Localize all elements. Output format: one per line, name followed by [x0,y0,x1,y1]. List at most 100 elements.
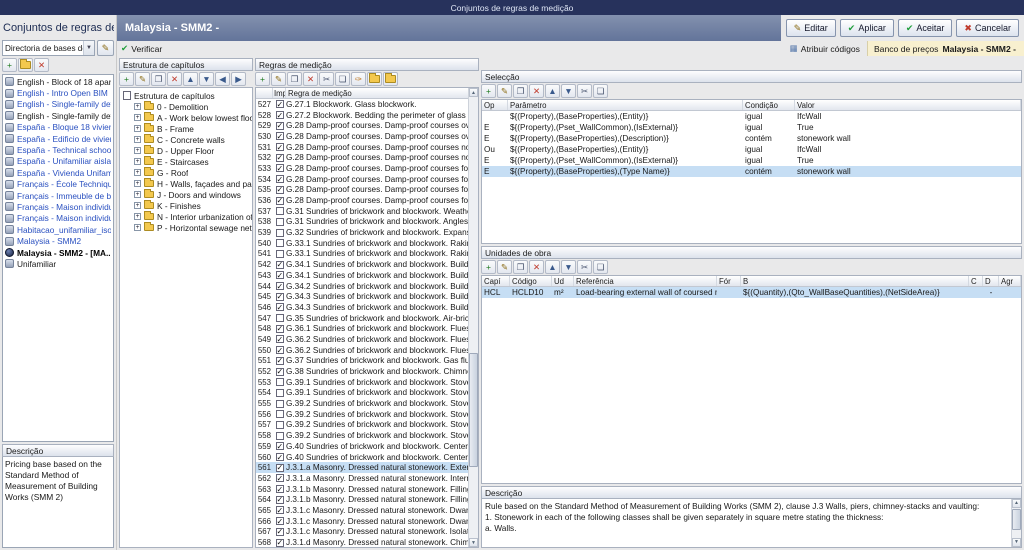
rule-row[interactable]: 557 G.39.2 Sundries of brickwork and bloc… [256,420,468,431]
rule-checkbox[interactable] [275,228,284,237]
expand-icon[interactable]: + [134,125,141,132]
rule-checkbox[interactable] [275,111,284,120]
rule-row[interactable]: 558 G.39.2 Sundries of brickwork and bloc… [256,430,468,441]
open-database-folder-button[interactable] [18,58,33,72]
database-item[interactable]: España - Vivienda Unifamili... [3,167,113,178]
chapter-node[interactable]: + A - Work below lowest floor finish [123,112,252,123]
rule-row[interactable]: 537 G.31 Sundries of brickwork and blockw… [256,206,468,217]
cancelar-button[interactable]: ✖ Cancelar [956,19,1019,37]
chapter-node[interactable]: + H - Walls, façades and partitions [123,178,252,189]
rule-row[interactable]: 538 G.31 Sundries of brickwork and blockw… [256,217,468,228]
expand-icon[interactable]: + [134,191,141,198]
rule-checkbox[interactable] [275,153,284,162]
rule-checkbox[interactable] [275,431,284,440]
rule-checkbox[interactable] [275,292,284,301]
rule-checkbox[interactable] [275,207,284,216]
rule-row[interactable]: 544 G.34.2 Sundries of brickwork and bloc… [256,281,468,292]
database-item[interactable]: Unifamiliar [3,258,113,269]
chapter-node[interactable]: + N - Interior urbanization of the plot [123,211,252,222]
scroll-down-icon[interactable]: ▼ [469,538,478,547]
rule-row[interactable]: 568 J.3.1.d Masonry. Dressed natural ston… [256,537,468,547]
rule-row[interactable]: 547 G.35 Sundries of brickwork and blockw… [256,313,468,324]
import-folder-button[interactable] [367,72,382,86]
copy-work-unit-button[interactable]: ❐ [513,260,528,274]
delete-chapter-button[interactable]: ✕ [167,72,182,86]
edit-condition-button[interactable]: ✎ [497,84,512,98]
expand-icon[interactable]: + [134,224,141,231]
rule-checkbox[interactable] [275,164,284,173]
rule-checkbox[interactable] [275,399,284,408]
selection-row[interactable]: E ${(Property),(BaseProperties),(Descript… [482,133,1021,144]
rule-checkbox[interactable] [275,282,284,291]
rule-checkbox[interactable] [275,388,284,397]
move-up-button[interactable]: ▲ [545,84,560,98]
rule-row[interactable]: 550 G.36.2 Sundries of brickwork and bloc… [256,345,468,356]
database-item[interactable]: Malaysia - SMM2 [3,235,113,246]
rule-checkbox[interactable] [275,474,284,483]
paste-rule-button[interactable]: ❏ [335,72,350,86]
selection-row[interactable]: E ${(Property),(BaseProperties),(Type Nam… [482,166,1021,177]
export-folder-button[interactable] [383,72,398,86]
expand-icon[interactable]: + [134,147,141,154]
move-right-button[interactable]: ▶ [231,72,246,86]
chapter-node[interactable]: +0 - Demolition [123,101,252,112]
expand-icon[interactable]: + [134,103,141,110]
aplicar-button[interactable]: ✔ Aplicar [839,19,894,37]
work-unit-row[interactable]: HCL HCLD10 m² Load-bearing external wall of… [482,287,1021,298]
rule-checkbox[interactable] [275,378,284,387]
rule-row[interactable]: 541 G.33.1 Sundries of brickwork and bloc… [256,249,468,260]
database-item[interactable]: English - Intro Open BIM [3,87,113,98]
rule-row[interactable]: 542 G.34.1 Sundries of brickwork and bloc… [256,259,468,270]
rule-row[interactable]: 552 G.38 Sundries of brickwork and blockw… [256,366,468,377]
rule-row[interactable]: 529 G.28 Damp-proof courses. Damp-proof c… [256,120,468,131]
rule-row[interactable]: 560 G.40 Sundries of brickwork and blockw… [256,452,468,463]
move-down-button[interactable]: ▼ [561,84,576,98]
clean-rules-button[interactable]: ✑ [351,72,366,86]
rule-checkbox[interactable] [275,517,284,526]
delete-rule-button[interactable]: ✕ [303,72,318,86]
rule-row[interactable]: 556 G.39.2 Sundries of brickwork and bloc… [256,409,468,420]
rule-checkbox[interactable] [275,442,284,451]
rule-checkbox[interactable] [275,356,284,365]
description-scrollbar[interactable]: ▲ ▼ [1011,499,1021,547]
rule-row[interactable]: 561 J.3.1.a Masonry. Dressed natural ston… [256,462,468,474]
expand-icon[interactable]: + [134,180,141,187]
delete-condition-button[interactable]: ✕ [529,84,544,98]
rule-checkbox[interactable] [275,495,284,504]
scroll-up-icon[interactable]: ▲ [1012,499,1021,508]
scroll-track[interactable] [1012,508,1021,538]
scroll-thumb[interactable] [1012,508,1021,530]
expand-icon[interactable]: + [134,136,141,143]
editar-button[interactable]: ✎ Editar [785,19,836,37]
rule-checkbox[interactable] [275,463,284,472]
rule-checkbox[interactable] [275,420,284,429]
edit-chapter-button[interactable]: ✎ [135,72,150,86]
rule-row[interactable]: 543 G.34.1 Sundries of brickwork and bloc… [256,270,468,281]
rule-row[interactable]: 553 G.39.1 Sundries of brickwork and bloc… [256,377,468,388]
move-down-button[interactable]: ▼ [199,72,214,86]
rule-checkbox[interactable] [275,196,284,205]
rule-row[interactable]: 555 G.39.2 Sundries of brickwork and bloc… [256,398,468,409]
move-left-button[interactable]: ◀ [215,72,230,86]
chapter-node[interactable]: + E - Staircases [123,156,252,167]
database-item[interactable]: Habitacao_unifamiliar_isola... [3,224,113,235]
database-item[interactable]: España - Edificio de viviendas [3,133,113,144]
rule-row[interactable]: 532 G.28 Damp-proof courses. Damp-proof c… [256,152,468,163]
rule-checkbox[interactable] [275,260,284,269]
copy-condition-button[interactable]: ❐ [513,84,528,98]
paste-button[interactable]: ❏ [593,84,608,98]
database-item[interactable]: Français - École Technique [3,179,113,190]
rule-row[interactable]: 559 G.40 Sundries of brickwork and blockw… [256,441,468,452]
selection-row[interactable]: E ${(Property),(Pset_WallCommon),(IsExter… [482,122,1021,133]
rule-row[interactable]: 562 J.3.1.a Masonry. Dressed natural ston… [256,473,468,484]
atribuir-codigos-button[interactable]: ▦ Atribuir códigos [783,41,867,56]
rule-checkbox[interactable] [275,324,284,333]
rule-row[interactable]: 546 G.34.3 Sundries of brickwork and bloc… [256,302,468,313]
rule-checkbox[interactable] [275,410,284,419]
rule-checkbox[interactable] [275,367,284,376]
copy-rule-button[interactable]: ❐ [287,72,302,86]
scroll-thumb[interactable] [469,352,478,468]
add-database-button[interactable]: + [2,58,17,72]
rule-row[interactable]: 540 G.33.1 Sundries of brickwork and bloc… [256,238,468,249]
rule-checkbox[interactable] [275,239,284,248]
